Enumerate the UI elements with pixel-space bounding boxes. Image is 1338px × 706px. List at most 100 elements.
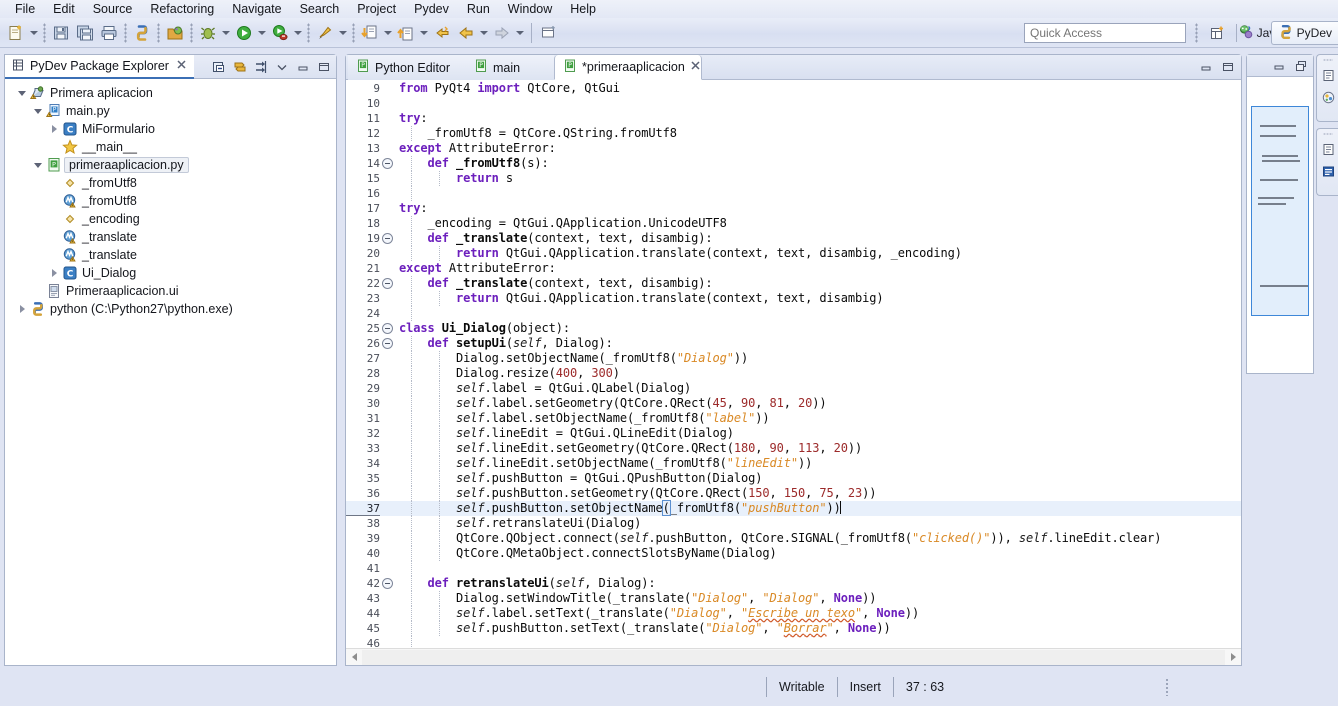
print-icon[interactable] [97,21,121,45]
code-line[interactable]: 14 def _fromUtf8(s): [346,156,1241,171]
code-editor[interactable]: 9 from PyQt4 import QtCore, QtGui 10 11 try:… [346,81,1241,665]
code-line[interactable]: 20 return QtGui.QApplication.translate(c… [346,246,1241,261]
code-line[interactable]: 24 [346,306,1241,321]
code-line[interactable]: 17 try: [346,201,1241,216]
code-line[interactable]: 26 def setupUi(self, Dialog): [346,336,1241,351]
minimap-body[interactable] [1247,78,1313,373]
code-line[interactable]: 35 self.pushButton = QtGui.QPushButton(D… [346,471,1241,486]
pydev-package-icon[interactable] [1317,86,1338,108]
last-edit-location-icon[interactable] [430,21,454,45]
menu-item-source[interactable]: Source [84,0,142,18]
view-menu-icon[interactable] [272,57,292,77]
focus-on-active-task-icon[interactable] [251,57,271,77]
new-pydev-project-icon[interactable] [163,21,187,45]
outline-view-icon[interactable] [1317,138,1338,160]
chevron-down-icon[interactable] [220,21,232,45]
new-editor-icon[interactable] [537,21,561,45]
menu-item-project[interactable]: Project [348,0,405,18]
tree-item[interactable]: Pprimeraaplicacion.py [5,156,336,174]
code-line[interactable]: 40 QtCore.QMetaObject.connectSlotsByName… [346,546,1241,561]
horizontal-scrollbar[interactable] [346,648,1241,665]
next-annotation-icon[interactable] [358,21,382,45]
perspective-pydev-button[interactable]: PyDev [1270,21,1338,45]
code-line[interactable]: 36 self.pushButton.setGeometry(QtCore.QR… [346,486,1241,501]
chevron-down-icon[interactable] [256,21,268,45]
fold-collapse-icon[interactable] [382,278,393,289]
link-with-editor-icon[interactable] [230,57,250,77]
code-line[interactable]: 43 Dialog.setWindowTitle(_translate("Dia… [346,591,1241,606]
new-wizard-icon[interactable] [4,21,28,45]
tree-item[interactable]: Primeraaplicacion.ui [5,282,336,300]
code-line[interactable]: 15 return s [346,171,1241,186]
fold-collapse-icon[interactable] [382,578,393,589]
code-line[interactable]: 19 def _translate(context, text, disambi… [346,231,1241,246]
project-tree[interactable]: Primera aplicacion Pmain.py C MiFormulario _… [5,80,336,665]
outline-view-icon[interactable] [1317,64,1338,86]
status-grip[interactable] [1165,678,1169,696]
code-line[interactable]: 21 except AttributeError: [346,261,1241,276]
code-line[interactable]: 41 [346,561,1241,576]
code-line[interactable]: 18 _encoding = QtGui.QApplication.Unicod… [346,216,1241,231]
tree-item[interactable]: __main__ [5,138,336,156]
stack-grip[interactable] [1317,129,1338,138]
new-python-module-icon[interactable] [130,21,154,45]
editor-tab--primeraaplicacion[interactable]: P *primeraaplicacion [554,55,702,80]
code-line[interactable]: 37 self.pushButton.setObjectName(_fromUt… [346,500,1241,516]
minimap-viewport[interactable] [1251,106,1309,316]
chevron-down-icon[interactable] [418,21,430,45]
code-line[interactable]: 29 self.label = QtGui.QLabel(Dialog) [346,381,1241,396]
stack-grip[interactable] [1317,55,1338,64]
code-line[interactable]: 44 self.label.setText(_translate("Dialog… [346,606,1241,621]
chevron-down-icon[interactable] [292,21,304,45]
menu-item-file[interactable]: File [6,0,44,18]
tree-collapse-arrow-icon[interactable] [47,264,61,282]
tree-item[interactable]: _encoding [5,210,336,228]
run-icon[interactable] [232,21,256,45]
back-icon[interactable] [454,21,478,45]
code-line[interactable]: 30 self.label.setGeometry(QtCore.QRect(4… [346,396,1241,411]
code-line[interactable]: 11 try: [346,111,1241,126]
tree-item[interactable]: C Ui_Dialog [5,264,336,282]
editor-tab-python-editor[interactable]: P Python Editor [348,55,466,80]
fold-collapse-icon[interactable] [382,158,393,169]
run-external-tools-icon[interactable] [268,21,292,45]
code-line[interactable]: 22 def _translate(context, text, disambi… [346,276,1241,291]
tree-expand-arrow-icon[interactable] [31,102,45,120]
code-line[interactable]: 16 [346,186,1241,201]
code-line[interactable]: 32 self.lineEdit = QtGui.QLineEdit(Dialo… [346,426,1241,441]
menu-item-window[interactable]: Window [499,0,561,18]
chevron-down-icon[interactable] [28,21,40,45]
minimize-icon[interactable] [1270,57,1288,75]
tree-item[interactable]: _translate [5,246,336,264]
menu-item-edit[interactable]: Edit [44,0,84,18]
tab-pydev-package-explorer[interactable]: PyDev Package Explorer [5,55,194,79]
menu-item-run[interactable]: Run [458,0,499,18]
close-icon[interactable] [690,60,701,74]
code-line[interactable]: 31 self.label.setObjectName(_fromUtf8("l… [346,411,1241,426]
tree-expand-arrow-icon[interactable] [15,84,29,102]
tree-item[interactable]: python (C:\Python27\python.exe) [5,300,336,318]
code-line[interactable]: 34 self.lineEdit.setObjectName(_fromUtf8… [346,456,1241,471]
scrollbar-track[interactable] [362,649,1225,665]
code-line[interactable]: 39 QtCore.QObject.connect(self.pushButto… [346,531,1241,546]
tree-item[interactable]: _fromUtf8 [5,192,336,210]
code-line[interactable]: 12 _fromUtf8 = QtCore.QString.fromUtf8 [346,126,1241,141]
tree-expand-arrow-icon[interactable] [31,156,45,174]
code-line[interactable]: 45 self.pushButton.setText(_translate("D… [346,621,1241,636]
minimize-icon[interactable] [1197,58,1215,76]
collapse-all-icon[interactable] [209,57,229,77]
tree-collapse-arrow-icon[interactable] [15,300,29,318]
code-line[interactable]: 33 self.lineEdit.setGeometry(QtCore.QRec… [346,441,1241,456]
tree-item[interactable]: Pmain.py [5,102,336,120]
code-line[interactable]: 25 class Ui_Dialog(object): [346,321,1241,336]
chevron-down-icon[interactable] [514,21,526,45]
fold-collapse-icon[interactable] [382,338,393,349]
code-line[interactable]: 23 return QtGui.QApplication.translate(c… [346,291,1241,306]
code-line[interactable]: 42 def retranslateUi(self, Dialog): [346,576,1241,591]
scroll-left-arrow-icon[interactable] [346,650,362,665]
menu-item-help[interactable]: Help [561,0,605,18]
editor-tab-main[interactable]: Pmain [466,55,554,80]
menu-item-navigate[interactable]: Navigate [223,0,290,18]
pin-editor-icon[interactable] [313,21,337,45]
menu-item-pydev[interactable]: Pydev [405,0,458,18]
